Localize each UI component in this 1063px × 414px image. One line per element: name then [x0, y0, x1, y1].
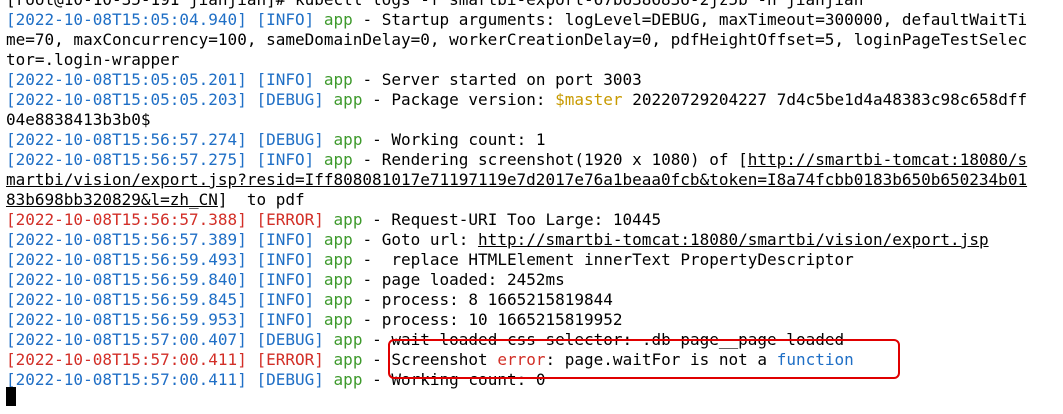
- log-app-name: app: [323, 270, 353, 289]
- error-highlight-box: [388, 339, 900, 379]
- log-timestamp: [2022-10-08T15:56:59.840]: [6, 270, 247, 289]
- prompt-text: [root@10-10-35-191 jianjian]# kubectl lo…: [6, 0, 863, 9]
- log-line: [2022-10-08T15:56:57.274] [DEBUG] app - …: [6, 130, 1063, 150]
- log-timestamp: [2022-10-08T15:56:57.388]: [6, 210, 247, 229]
- log-line-continuation: tor=.login-wrapper: [6, 50, 1063, 70]
- log-timestamp: [2022-10-08T15:56:59.953]: [6, 310, 247, 329]
- log-app-name: app: [333, 130, 363, 149]
- log-level: [DEBUG]: [256, 370, 324, 389]
- log-timestamp: [2022-10-08T15:56:57.274]: [6, 130, 247, 149]
- log-line: [2022-10-08T15:05:04.940] [INFO] app - S…: [6, 10, 1063, 30]
- log-app-name: app: [323, 310, 353, 329]
- log-link[interactable]: 83b698bb320829&l=zh_CN: [6, 190, 218, 209]
- log-message: 20220729204227 7d4c5be1d4a48383c98c658df…: [622, 90, 1028, 109]
- log-line: [2022-10-08T15:56:59.953] [INFO] app - p…: [6, 310, 1063, 330]
- prompt-line: [root@10-10-35-191 jianjian]# kubectl lo…: [6, 0, 1063, 10]
- log-app-name: app: [333, 210, 363, 229]
- log-timestamp: [2022-10-08T15:57:00.411]: [6, 370, 247, 389]
- log-message: - Startup arguments: logLevel=DEBUG, max…: [362, 10, 1028, 29]
- log-app-name: app: [333, 370, 363, 389]
- log-level: [INFO]: [256, 150, 315, 169]
- terminal-output: [root@10-10-35-191 jianjian]# kubectl lo…: [6, 0, 1063, 390]
- log-message: - page loaded: 2452ms: [362, 270, 565, 289]
- log-level: [INFO]: [256, 10, 315, 29]
- log-level: [INFO]: [256, 250, 315, 269]
- log-app-name: app: [333, 90, 363, 109]
- log-message: - Rendering screenshot(1920 x 1080) of [: [362, 150, 748, 169]
- log-variable: $master: [555, 90, 623, 109]
- log-level: [INFO]: [256, 270, 315, 289]
- log-link[interactable]: martbi/vision/export.jsp?resid=Iff808081…: [6, 170, 1027, 189]
- log-app-name: app: [333, 350, 363, 369]
- log-level: [ERROR]: [256, 210, 324, 229]
- log-level: [ERROR]: [256, 350, 324, 369]
- log-level: [DEBUG]: [256, 330, 324, 349]
- log-line: [2022-10-08T15:05:05.203] [DEBUG] app - …: [6, 90, 1063, 110]
- log-line-continuation: me=70, maxConcurrency=100, sameDomainDel…: [6, 30, 1063, 50]
- log-app-name: app: [323, 70, 353, 89]
- log-line: [2022-10-08T15:56:59.840] [INFO] app - p…: [6, 270, 1063, 290]
- log-message: - process: 8 1665215819844: [362, 290, 613, 309]
- log-app-name: app: [323, 10, 353, 29]
- log-level: [DEBUG]: [256, 130, 324, 149]
- log-timestamp: [2022-10-08T15:57:00.411]: [6, 350, 247, 369]
- log-message: tor=.login-wrapper: [6, 50, 180, 69]
- log-app-name: app: [333, 330, 363, 349]
- log-line-continuation: 04e8838413b3b0$: [6, 110, 1063, 130]
- log-level: [INFO]: [256, 230, 315, 249]
- log-app-name: app: [323, 230, 353, 249]
- log-line: [2022-10-08T15:56:59.493] [INFO] app - r…: [6, 250, 1063, 270]
- log-message: - replace HTMLElement innerText Property…: [362, 250, 854, 269]
- log-line: [2022-10-08T15:56:57.275] [INFO] app - R…: [6, 150, 1063, 170]
- log-timestamp: [2022-10-08T15:56:59.845]: [6, 290, 247, 309]
- log-message: - Request-URI Too Large: 10445: [372, 210, 662, 229]
- log-message: me=70, maxConcurrency=100, sameDomainDel…: [6, 30, 1028, 49]
- log-link[interactable]: http://smartbi-tomcat:18080/s: [748, 150, 1027, 169]
- log-timestamp: [2022-10-08T15:05:04.940]: [6, 10, 247, 29]
- log-level: [INFO]: [256, 310, 315, 329]
- log-message: - Goto url:: [362, 230, 479, 249]
- log-message: 04e8838413b3b0$: [6, 110, 151, 129]
- terminal-window[interactable]: [root@10-10-35-191 jianjian]# kubectl lo…: [0, 0, 1063, 414]
- log-link[interactable]: http://smartbi-tomcat:18080/smartbi/visi…: [478, 230, 989, 249]
- log-message: - process: 10 1665215819952: [362, 310, 623, 329]
- log-line-continuation: 83b698bb320829&l=zh_CN] to pdf: [6, 190, 1063, 210]
- log-level: [DEBUG]: [256, 90, 324, 109]
- log-timestamp: [2022-10-08T15:05:05.203]: [6, 90, 247, 109]
- block-cursor-icon: [6, 387, 16, 406]
- log-message: - Package version:: [372, 90, 556, 109]
- log-line: [2022-10-08T15:56:57.389] [INFO] app - G…: [6, 230, 1063, 250]
- log-line-continuation: martbi/vision/export.jsp?resid=Iff808081…: [6, 170, 1063, 190]
- log-timestamp: [2022-10-08T15:57:00.407]: [6, 330, 247, 349]
- log-line: [2022-10-08T15:56:57.388] [ERROR] app - …: [6, 210, 1063, 230]
- log-timestamp: [2022-10-08T15:56:59.493]: [6, 250, 247, 269]
- log-message: - Working count: 1: [372, 130, 546, 149]
- log-app-name: app: [323, 150, 353, 169]
- log-app-name: app: [323, 290, 353, 309]
- log-line: [2022-10-08T15:56:59.845] [INFO] app - p…: [6, 290, 1063, 310]
- log-message: ] to pdf: [217, 190, 305, 209]
- log-level: [INFO]: [256, 70, 315, 89]
- log-app-name: app: [323, 250, 353, 269]
- log-line: [2022-10-08T15:05:05.201] [INFO] app - S…: [6, 70, 1063, 90]
- log-timestamp: [2022-10-08T15:56:57.389]: [6, 230, 247, 249]
- log-timestamp: [2022-10-08T15:56:57.275]: [6, 150, 247, 169]
- log-message: - Server started on port 3003: [362, 70, 642, 89]
- log-level: [INFO]: [256, 290, 315, 309]
- log-timestamp: [2022-10-08T15:05:05.201]: [6, 70, 247, 89]
